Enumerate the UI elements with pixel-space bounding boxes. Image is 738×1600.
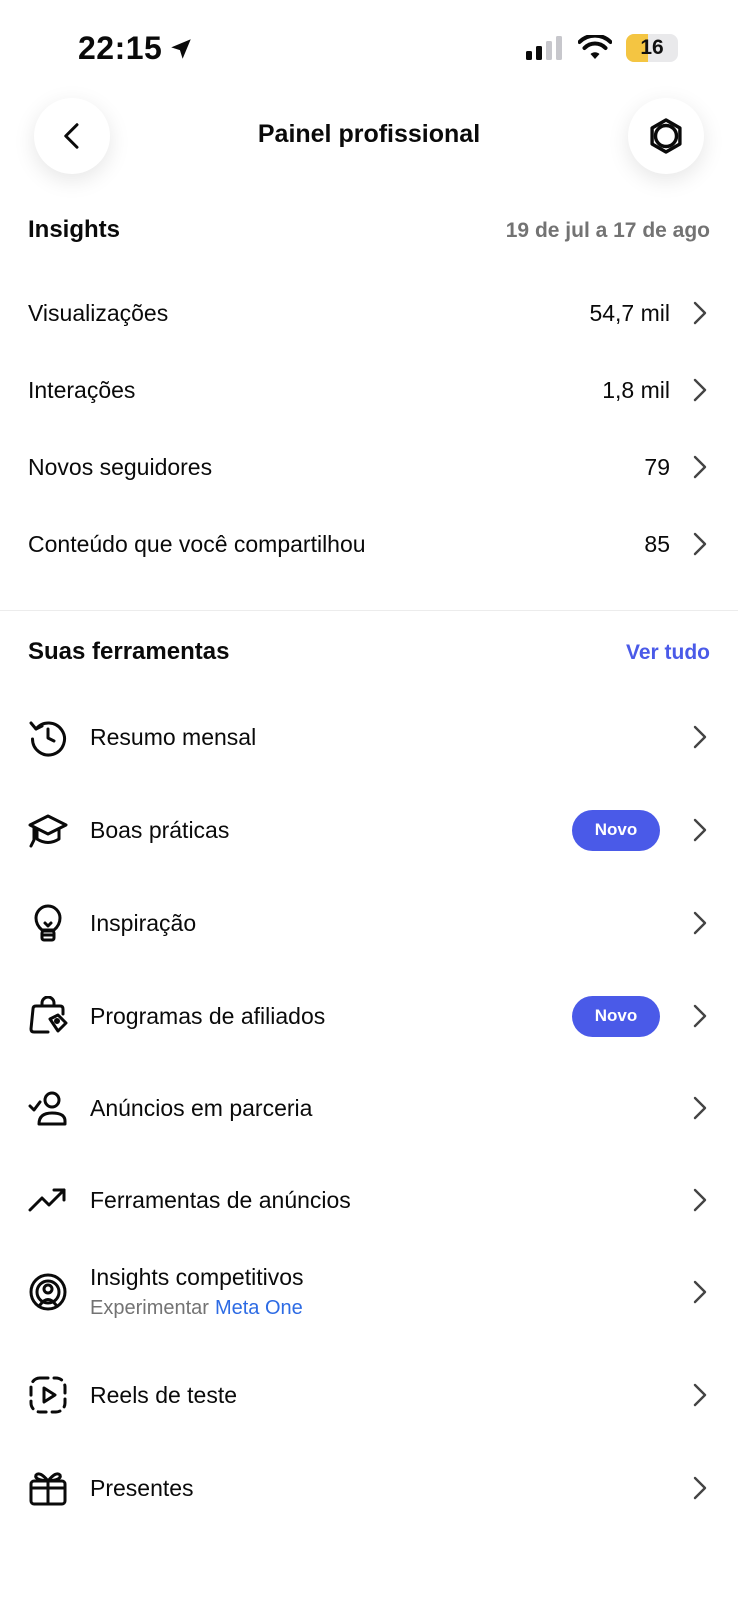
see-all-link[interactable]: Ver tudo: [626, 641, 710, 665]
tool-label: Resumo mensal: [90, 723, 257, 750]
location-arrow-icon: [171, 38, 192, 59]
metric-label: Visualizações: [28, 299, 169, 326]
chevron-right-icon: [690, 816, 710, 844]
metric-row-new-followers[interactable]: Novos seguidores 79: [28, 447, 710, 487]
insights-header: Insights 19 de jul a 17 de ago: [28, 216, 710, 244]
settings-button[interactable]: [628, 98, 704, 174]
tool-row-partnership-ads[interactable]: Anúncios em parceria: [28, 1078, 710, 1138]
try-text: Experimentar: [90, 1297, 209, 1319]
battery-level-text: 16: [640, 36, 664, 59]
metric-value: 85: [644, 530, 670, 557]
tool-label: Presentes: [90, 1474, 194, 1501]
metric-value: 79: [644, 453, 670, 480]
tool-row-affiliate-programs[interactable]: Programas de afiliados Novo: [28, 986, 710, 1046]
tool-label: Reels de teste: [90, 1381, 238, 1408]
tool-label: Ferramentas de anúncios: [90, 1186, 351, 1213]
status-time: 22:15: [78, 30, 194, 67]
gift-icon: [28, 1468, 68, 1508]
chevron-right-icon: [690, 1381, 710, 1409]
chevron-right-icon: [690, 453, 710, 481]
metric-row-content-shared[interactable]: Conteúdo que você compartilhou 85: [28, 524, 710, 564]
user-check-icon: [28, 1088, 68, 1128]
tool-label: Anúncios em parceria: [90, 1094, 313, 1121]
tool-row-ad-tools[interactable]: Ferramentas de anúncios: [28, 1170, 710, 1230]
chevron-right-icon: [690, 530, 710, 558]
tool-label: Insights competitivos: [90, 1264, 304, 1290]
history-icon: [28, 717, 68, 757]
tools-header: Suas ferramentas Ver tudo: [28, 638, 710, 666]
tools-title: Suas ferramentas: [28, 638, 230, 665]
tool-row-competitive-insights[interactable]: Insights competitivos Experimentar Meta O…: [28, 1250, 710, 1334]
cellular-signal-icon: [526, 36, 562, 60]
chevron-right-icon: [690, 1094, 710, 1122]
metric-value: 54,7 mil: [589, 299, 670, 326]
metric-label: Conteúdo que você compartilhou: [28, 530, 366, 557]
lightbulb-icon: [28, 903, 68, 943]
tool-label: Programas de afiliados: [90, 1002, 326, 1029]
section-divider: [0, 610, 738, 611]
insights-title: Insights: [28, 216, 121, 243]
meta-one-link[interactable]: Meta One: [215, 1297, 303, 1319]
graduation-cap-icon: [28, 810, 68, 850]
metric-value: 1,8 mil: [602, 376, 670, 403]
dashed-play-icon: [28, 1375, 68, 1415]
page-header: Painel profissional: [0, 98, 738, 180]
tool-row-gifts[interactable]: Presentes: [28, 1458, 710, 1518]
wifi-icon: [578, 35, 612, 59]
tool-row-best-practices[interactable]: Boas práticas Novo: [28, 800, 710, 860]
chevron-right-icon: [690, 909, 710, 937]
chevron-right-icon: [690, 723, 710, 751]
tool-row-monthly-summary[interactable]: Resumo mensal: [28, 707, 710, 767]
tool-row-inspiration[interactable]: Inspiração: [28, 893, 710, 953]
status-time-text: 22:15: [78, 30, 163, 66]
gear-icon: [650, 118, 682, 154]
tool-label: Inspiração: [90, 909, 197, 936]
status-icons: 16: [526, 34, 678, 62]
chevron-right-icon: [690, 376, 710, 404]
chevron-right-icon: [690, 1002, 710, 1030]
metric-row-views[interactable]: Visualizações 54,7 mil: [28, 293, 710, 333]
chevron-right-icon: [690, 299, 710, 327]
new-badge: Novo: [572, 995, 660, 1037]
status-bar: 22:15 16: [0, 0, 738, 100]
trending-up-icon: [28, 1180, 68, 1220]
new-badge: Novo: [572, 809, 660, 851]
battery-indicator: 16: [626, 34, 678, 62]
metric-label: Interações: [28, 376, 136, 403]
tool-label: Boas práticas: [90, 816, 230, 843]
tool-subtitle: Experimentar Meta One: [90, 1297, 690, 1320]
chevron-right-icon: [690, 1278, 710, 1306]
metric-row-interactions[interactable]: Interações 1,8 mil: [28, 370, 710, 410]
chevron-right-icon: [690, 1474, 710, 1502]
metric-label: Novos seguidores: [28, 453, 213, 480]
chevron-right-icon: [690, 1186, 710, 1214]
tool-row-trial-reels[interactable]: Reels de teste: [28, 1365, 710, 1425]
insights-date-range[interactable]: 19 de jul a 17 de ago: [506, 219, 710, 243]
shopping-bag-tag-icon: [28, 996, 68, 1036]
user-radar-icon: [28, 1272, 68, 1312]
